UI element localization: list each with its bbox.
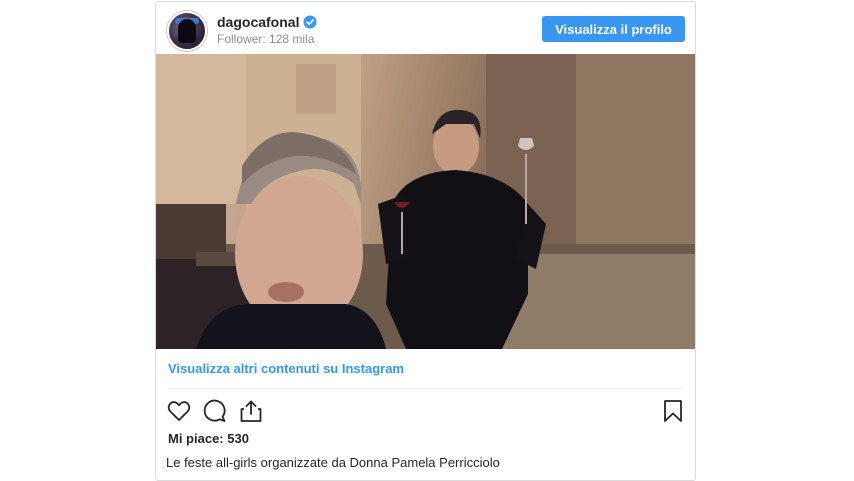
username-row: dagocafonal	[217, 13, 317, 31]
avatar-figure-shape	[178, 19, 196, 43]
bookmark-icon[interactable]	[660, 398, 686, 424]
username[interactable]: dagocafonal	[217, 14, 299, 30]
share-icon[interactable]	[238, 398, 264, 424]
verified-badge-icon	[303, 15, 317, 29]
likes-count[interactable]: Mi piace: 530	[168, 431, 249, 446]
post-caption: Le feste all-girls organizzate da Donna …	[166, 455, 500, 470]
profile-avatar[interactable]	[167, 11, 207, 51]
instagram-embed-card: dagocafonal Follower: 128 mila Visualizz…	[155, 1, 696, 481]
comment-icon[interactable]	[202, 398, 228, 424]
view-profile-button[interactable]: Visualizza il profilo	[542, 16, 685, 42]
video-frame-illustration	[156, 54, 695, 349]
video-frame[interactable]	[156, 54, 695, 349]
action-bar	[166, 398, 686, 424]
post-header: dagocafonal Follower: 128 mila Visualizz…	[156, 2, 695, 54]
divider	[168, 388, 683, 389]
view-more-on-instagram-link[interactable]: Visualizza altri contenuti su Instagram	[168, 361, 404, 376]
follower-count: Follower: 128 mila	[217, 32, 315, 46]
heart-icon[interactable]	[166, 398, 192, 424]
